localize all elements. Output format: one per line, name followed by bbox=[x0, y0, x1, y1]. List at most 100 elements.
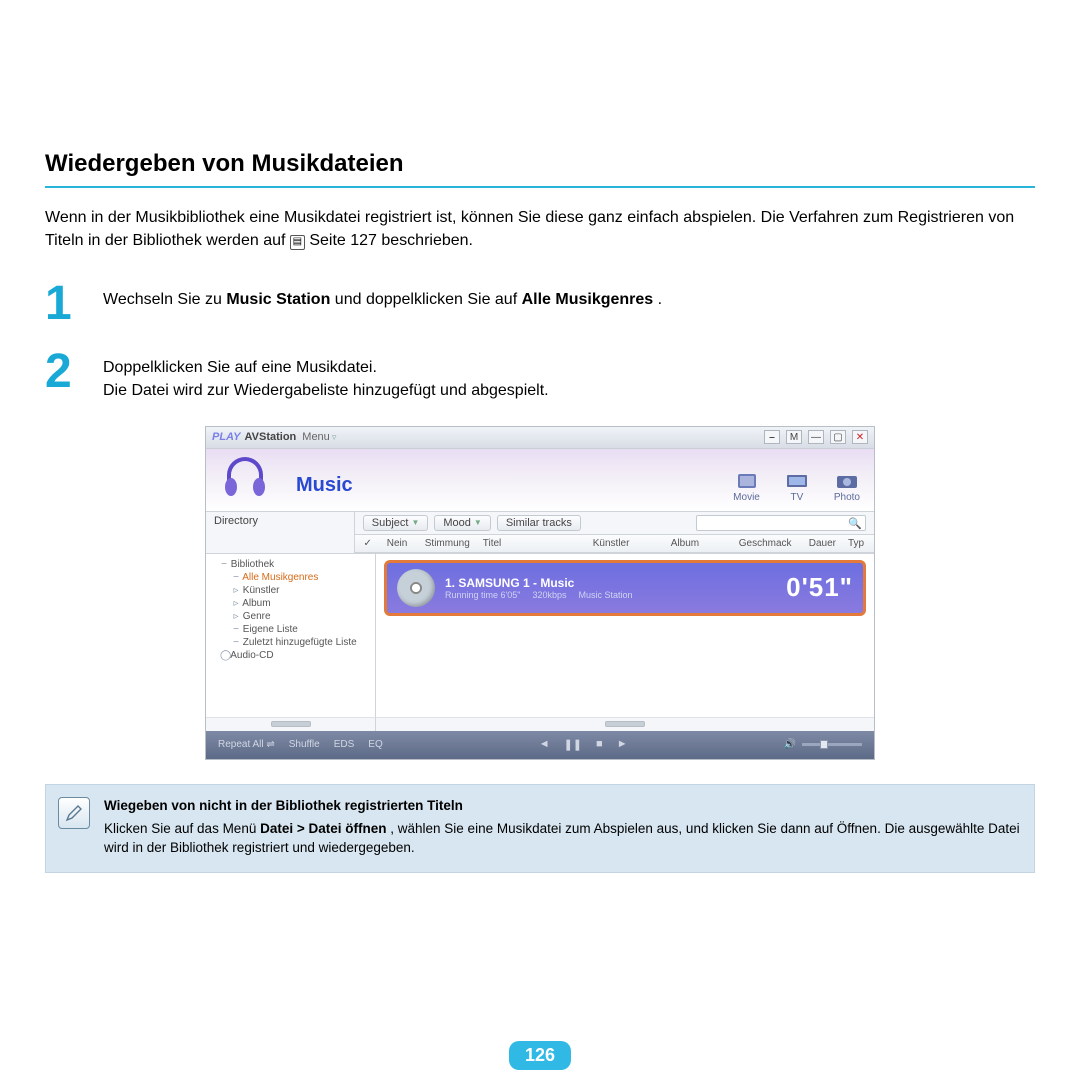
menu-chevron-icon[interactable]: ▿ bbox=[332, 432, 337, 443]
chip-mood[interactable]: Mood▼ bbox=[434, 515, 490, 531]
player-bar: Repeat All ⇌ Shuffle EDS EQ ◄ ❚❚ ■ ► 🔊 bbox=[206, 731, 874, 759]
col-kuenstler[interactable]: Künstler bbox=[587, 537, 665, 550]
directory-tree: − Bibliothek− Alle Musikgenres▹ Künstler… bbox=[206, 554, 376, 717]
repeat-label: Repeat All bbox=[218, 739, 264, 750]
now-playing-info: 1. SAMSUNG 1 - Music Running time 6'05" … bbox=[445, 576, 633, 600]
intro-part1: Wenn in der Musikbibliothek eine Musikda… bbox=[45, 209, 1014, 249]
list-scrollbar[interactable] bbox=[376, 717, 874, 731]
col-titel[interactable]: Titel bbox=[477, 537, 587, 550]
chip-subject[interactable]: Subject▼ bbox=[363, 515, 429, 531]
col-album[interactable]: Album bbox=[665, 537, 733, 550]
close-button[interactable]: ✕ bbox=[852, 430, 868, 444]
now-playing-time: 0'51" bbox=[786, 572, 853, 603]
col-stimmung[interactable]: Stimmung bbox=[419, 537, 477, 550]
expand-icon: ▹ bbox=[232, 598, 240, 609]
step-2-text: Doppelklicken Sie auf eine Musikdatei. D… bbox=[103, 350, 549, 402]
pin-button[interactable]: ⎯ bbox=[764, 430, 780, 444]
col-dauer[interactable]: Dauer bbox=[803, 537, 842, 550]
step-1-mid: und doppelklicken Sie auf bbox=[335, 291, 522, 308]
note-pre: Klicken Sie auf das Menü bbox=[104, 821, 260, 836]
next-button[interactable]: ► bbox=[617, 738, 628, 751]
mode-movie[interactable]: Movie bbox=[733, 472, 760, 505]
window-buttons: ⎯ M — ▢ ✕ bbox=[764, 430, 868, 444]
tree-item[interactable]: ▹ Künstler bbox=[206, 584, 375, 597]
filter-row: Directory Subject▼ Mood▼ Similar tracks … bbox=[206, 511, 874, 554]
step-1-text: Wechseln Sie zu Music Station und doppel… bbox=[103, 282, 662, 325]
now-playing-row[interactable]: 1. SAMSUNG 1 - Music Running time 6'05" … bbox=[384, 560, 866, 616]
mode-movie-label: Movie bbox=[733, 492, 760, 503]
expand-icon: ▹ bbox=[232, 611, 240, 622]
movie-icon bbox=[736, 472, 758, 490]
search-icon: 🔍 bbox=[848, 517, 862, 530]
eds-button[interactable]: EDS bbox=[334, 739, 355, 750]
now-playing-running: Running time 6'05" bbox=[445, 590, 520, 600]
step-2-number: 2 bbox=[45, 350, 85, 402]
avstation-window: PLAY AVStation Menu ▿ ⎯ M — ▢ ✕ Music Mo… bbox=[205, 426, 875, 760]
note-body: Klicken Sie auf das Menü Datei > Datei ö… bbox=[104, 820, 1020, 858]
tree-item[interactable]: ▹ Genre bbox=[206, 610, 375, 623]
music-tab[interactable]: Music bbox=[296, 474, 353, 505]
note-bold: Datei > Datei öffnen bbox=[260, 821, 386, 836]
tree-item[interactable]: ◯ Audio-CD bbox=[206, 649, 375, 662]
tv-icon bbox=[786, 472, 808, 490]
step-1-bold1: Music Station bbox=[226, 291, 330, 308]
search-input[interactable]: 🔍 bbox=[696, 515, 866, 531]
mode-photo[interactable]: Photo bbox=[834, 472, 860, 505]
disc-icon bbox=[397, 569, 435, 607]
volume-slider[interactable] bbox=[802, 743, 862, 746]
pencil-icon bbox=[58, 797, 90, 829]
intro-part2: Seite 127 beschrieben. bbox=[309, 232, 473, 249]
stop-button[interactable]: ■ bbox=[596, 738, 603, 751]
expand-icon: − bbox=[232, 572, 240, 583]
section-title: Wiedergeben von Musikdateien bbox=[45, 150, 1035, 178]
expand-icon: − bbox=[232, 624, 240, 635]
col-nein[interactable]: Nein bbox=[381, 537, 419, 550]
eq-button[interactable]: EQ bbox=[368, 739, 382, 750]
app-title: AVStation bbox=[245, 431, 297, 443]
title-divider bbox=[45, 186, 1035, 188]
expand-icon: − bbox=[232, 637, 240, 648]
speaker-icon: 🔊 bbox=[784, 739, 796, 750]
col-geschmack[interactable]: Geschmack bbox=[733, 537, 803, 550]
headphone-icon bbox=[220, 453, 270, 503]
note-box: Wiegeben von nicht in der Bibliothek reg… bbox=[45, 784, 1035, 873]
chip-subject-label: Subject bbox=[372, 517, 409, 529]
mode-tv[interactable]: TV bbox=[786, 472, 808, 505]
tree-item[interactable]: − Eigene Liste bbox=[206, 623, 375, 636]
pause-button[interactable]: ❚❚ bbox=[564, 738, 582, 751]
tree-item[interactable]: − Alle Musikgenres bbox=[206, 571, 375, 584]
minimize-button[interactable]: — bbox=[808, 430, 824, 444]
maximize-button[interactable]: ▢ bbox=[830, 430, 846, 444]
repeat-button[interactable]: Repeat All ⇌ bbox=[218, 739, 275, 750]
chevron-down-icon: ▼ bbox=[411, 518, 419, 527]
step-2-line2: Die Datei wird zur Wiedergabeliste hinzu… bbox=[103, 382, 549, 399]
play-logo: PLAY bbox=[212, 431, 241, 443]
chevron-down-icon: ▼ bbox=[474, 518, 482, 527]
intro-paragraph: Wenn in der Musikbibliothek eine Musikda… bbox=[45, 206, 1035, 252]
track-list: 1. SAMSUNG 1 - Music Running time 6'05" … bbox=[376, 554, 874, 717]
note-title: Wiegeben von nicht in der Bibliothek reg… bbox=[104, 797, 1020, 816]
mode-tv-label: TV bbox=[790, 492, 803, 503]
step-2: 2 Doppelklicken Sie auf eine Musikdatei.… bbox=[45, 350, 1035, 402]
app-header: Music Movie TV Photo bbox=[206, 449, 874, 511]
step-1-after: . bbox=[658, 291, 662, 308]
titlebar: PLAY AVStation Menu ▿ ⎯ M — ▢ ✕ bbox=[206, 427, 874, 449]
col-check[interactable]: ✓ bbox=[355, 537, 381, 550]
chip-similar[interactable]: Similar tracks bbox=[497, 515, 581, 531]
directory-label: Directory bbox=[206, 512, 354, 530]
menu-button[interactable]: Menu bbox=[302, 431, 330, 443]
prev-button[interactable]: ◄ bbox=[539, 738, 550, 751]
page-ref-icon: ▤ bbox=[290, 235, 305, 250]
tree-item[interactable]: − Bibliothek bbox=[206, 558, 375, 571]
shuffle-button[interactable]: Shuffle bbox=[289, 739, 320, 750]
tree-scrollbar[interactable] bbox=[206, 717, 376, 731]
chip-similar-label: Similar tracks bbox=[506, 517, 572, 529]
step-1-pre: Wechseln Sie zu bbox=[103, 291, 226, 308]
col-typ[interactable]: Typ bbox=[842, 537, 874, 550]
tree-item[interactable]: − Zuletzt hinzugefügte Liste bbox=[206, 636, 375, 649]
volume-control[interactable]: 🔊 bbox=[784, 739, 862, 750]
m-button[interactable]: M bbox=[786, 430, 802, 444]
step-1: 1 Wechseln Sie zu Music Station und dopp… bbox=[45, 282, 1035, 325]
chip-mood-label: Mood bbox=[443, 517, 471, 529]
tree-item[interactable]: ▹ Album bbox=[206, 597, 375, 610]
